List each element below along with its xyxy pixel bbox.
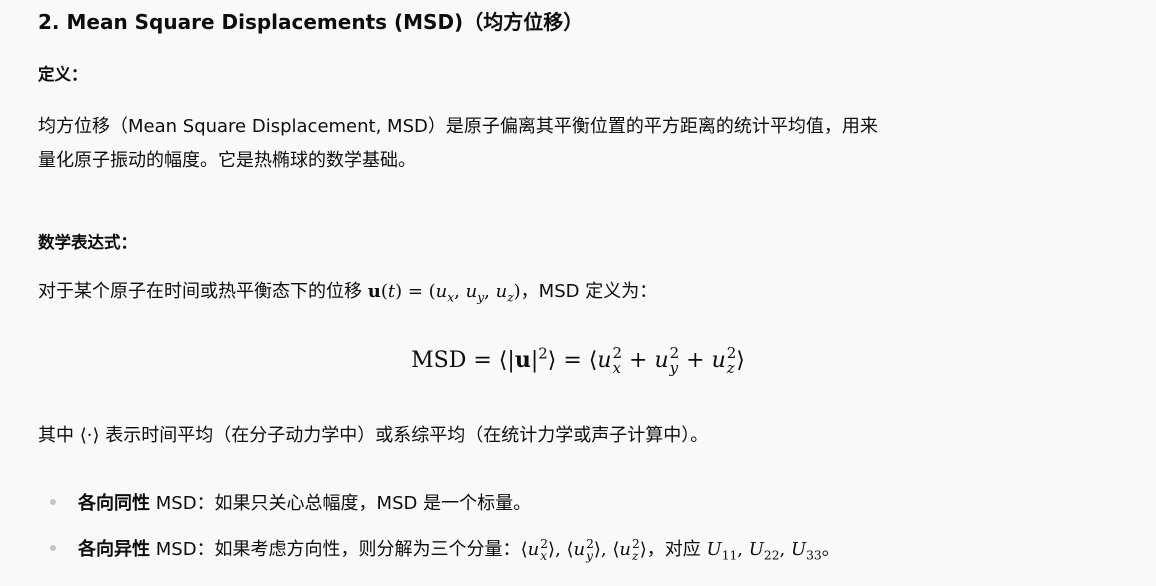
math-intro-suffix: ，MSD 定义为： [520,281,658,302]
math-title: 数学表达式： [38,233,137,252]
bullet-marker [50,545,56,551]
msd-label: MSD [411,348,467,373]
bullet-isotropic: 各向同性 MSD：如果只关心总幅度，MSD 是一个标量。 [50,490,531,518]
bullet-suffix: MSD [155,539,197,560]
average-note-suffix: 表示时间平均（在分子动力学中）或系综平均（在统计力学或声子计算中）。 [105,425,709,446]
definition-line-2: 量化原子振动的幅度。它是热椭球的数学基础。 [38,150,416,171]
bullet-anisotropic: 各向异性 MSD：如果考虑方向性，则分解为三个分量：⟨u 2 x ⟩, ⟨u 2 y ⟩, … [50,536,840,564]
document: 2. Mean Square Displacements (MSD)（均方位移）… [0,0,1156,586]
definition-title: 定义： [38,65,88,84]
average-symbol: ⟨·⟩ [79,425,100,446]
bullet-text-mid: ，对应 [646,539,701,560]
bullet-text: ：如果只关心总幅度，MSD 是一个标量。 [196,493,532,514]
math-intro: 对于某个原子在时间或热平衡态下的位移 u(t) = (ux, uy, uz)，M… [38,278,657,306]
bullet-text-end: 。 [821,539,840,560]
bullet-label: 各向同性 [78,493,150,514]
math-intro-prefix: 对于某个原子在时间或热平衡态下的位移 [38,281,362,302]
bullet-text-prefix: ：如果考虑方向性，则分解为三个分量： [196,539,521,560]
average-note-prefix: 其中 [38,425,74,446]
section-heading: 2. Mean Square Displacements (MSD)（均方位移） [38,10,584,34]
bullet-marker [50,499,56,505]
bullet-suffix: MSD [155,493,197,514]
u-tensor-formula: U11, U22, U33 [706,539,822,563]
average-note: 其中 ⟨·⟩ 表示时间平均（在分子动力学中）或系综平均（在统计力学或声子计算中）… [38,422,708,450]
definition-line-1: 均方位移（Mean Square Displacement, MSD）是原子偏离… [38,116,878,137]
component-formula: ⟨u 2 x ⟩, ⟨u 2 y ⟩, ⟨u 2 z ⟩ [520,536,647,563]
msd-formula: MSD = ⟨|u|2⟩ = ⟨u 2 x + u2y + u 2 z ⟩ [411,344,745,377]
bullet-label: 各向异性 [78,539,150,560]
displacement-formula: u(t) = (ux, uy, uz) [367,281,521,305]
